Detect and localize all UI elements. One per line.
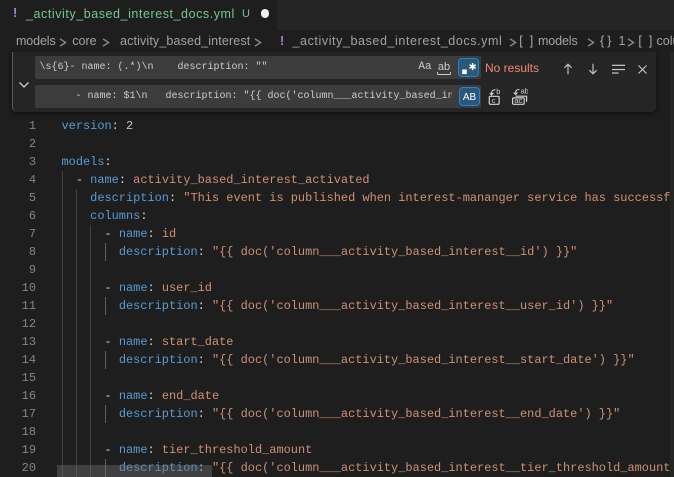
svg-text:b: b — [496, 88, 500, 96]
svg-text:ab: ab — [438, 61, 450, 73]
svg-text:ac: ac — [514, 96, 522, 105]
svg-text:ab: ab — [521, 88, 529, 96]
svg-text:c: c — [492, 96, 496, 105]
